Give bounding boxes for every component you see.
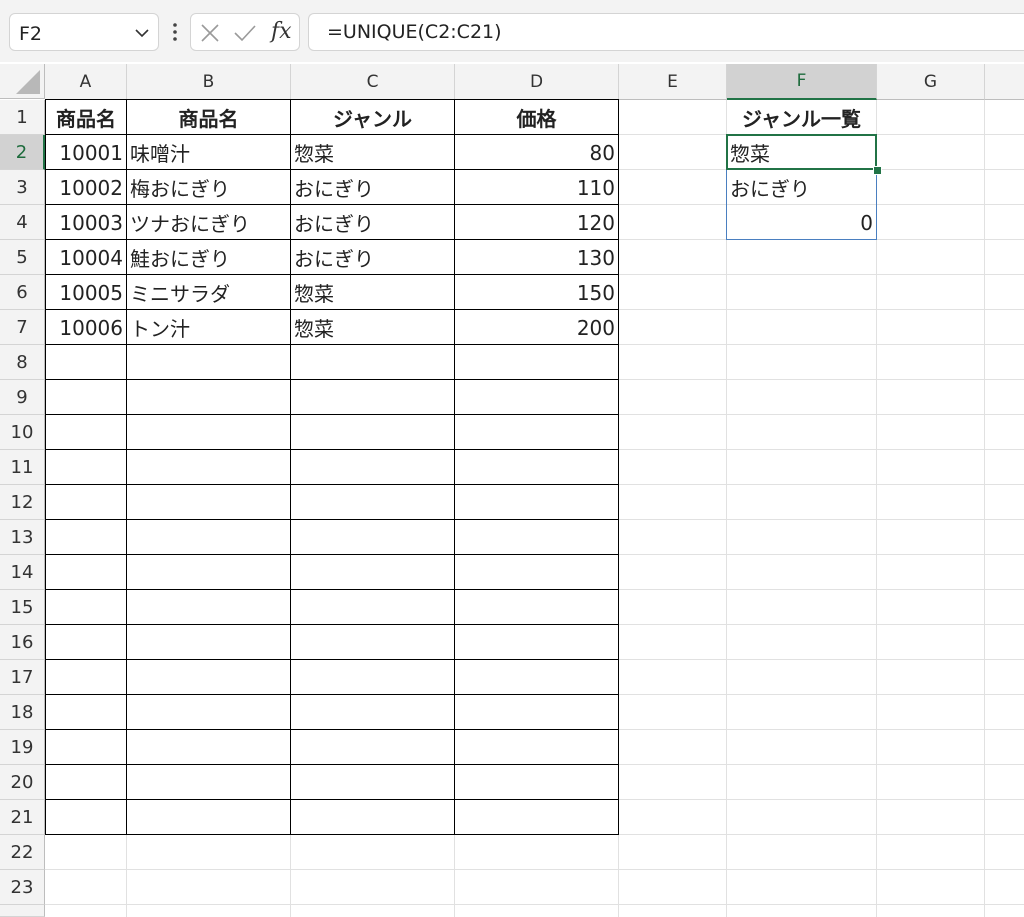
row-header-7[interactable]: 7 [0, 310, 45, 345]
row-header-21[interactable]: 21 [0, 800, 45, 835]
cell-a3[interactable]: 10002 [46, 170, 126, 205]
select-all-corner[interactable] [0, 64, 45, 99]
row-header-20[interactable]: 20 [0, 765, 45, 800]
row-header-1[interactable]: 1 [0, 100, 45, 135]
row-header-2[interactable]: 2 [0, 135, 45, 170]
cell-d7[interactable]: 200 [455, 310, 618, 345]
row-header-5[interactable]: 5 [0, 240, 45, 275]
check-icon[interactable] [233, 23, 257, 43]
row-header-13[interactable]: 13 [0, 520, 45, 555]
insert-function-icon[interactable]: fx [271, 19, 292, 44]
fill-handle[interactable] [873, 166, 882, 175]
cell-b7[interactable]: トン汁 [127, 310, 290, 345]
cell-c5[interactable]: おにぎり [291, 240, 454, 275]
column-header-c[interactable]: C [291, 64, 455, 100]
row-header-4[interactable]: 4 [0, 205, 45, 240]
cell-a6[interactable]: 10005 [46, 275, 126, 310]
column-header-d[interactable]: D [455, 64, 619, 100]
cell-c3[interactable]: おにぎり [291, 170, 454, 205]
row-header-15[interactable]: 15 [0, 590, 45, 625]
cell-d5[interactable]: 130 [455, 240, 618, 275]
formula-text: =UNIQUE(C2:C21) [327, 21, 502, 43]
cell-b1[interactable]: 商品名 [127, 100, 290, 135]
row-header-9[interactable]: 9 [0, 380, 45, 415]
active-cell-border [726, 134, 877, 170]
cell-a1[interactable]: 商品名 [46, 100, 126, 135]
cell-d2[interactable]: 80 [455, 135, 618, 170]
chevron-down-icon[interactable] [134, 25, 150, 41]
row-header-22[interactable]: 22 [0, 835, 45, 870]
row-header-3[interactable]: 3 [0, 170, 45, 205]
cell-a5[interactable]: 10004 [46, 240, 126, 275]
row-header-6[interactable]: 6 [0, 275, 45, 310]
cell-b5[interactable]: 鮭おにぎり [127, 240, 290, 275]
column-header-g[interactable]: G [877, 64, 985, 100]
cell-c7[interactable]: 惣菜 [291, 310, 454, 345]
row-header-18[interactable]: 18 [0, 695, 45, 730]
formula-input[interactable]: =UNIQUE(C2:C21) [308, 13, 1024, 51]
cell-a7[interactable]: 10006 [46, 310, 126, 345]
cell-a4[interactable]: 10003 [46, 205, 126, 240]
cell-c4[interactable]: おにぎり [291, 205, 454, 240]
formula-controls: fx [190, 13, 300, 51]
select-all-icon [16, 70, 40, 94]
cell-f1[interactable]: ジャンル一覧 [727, 100, 876, 135]
row-header-8[interactable]: 8 [0, 345, 45, 380]
formula-bar: F2 fx =UNIQUE(C2:C21) [0, 0, 1024, 62]
cancel-icon[interactable] [200, 23, 220, 43]
row-header-11[interactable]: 11 [0, 450, 45, 485]
row-header-10[interactable]: 10 [0, 415, 45, 450]
cell-d6[interactable]: 150 [455, 275, 618, 310]
cell-b4[interactable]: ツナおにぎり [127, 205, 290, 240]
cell-b6[interactable]: ミニサラダ [127, 275, 290, 310]
row-header-14[interactable]: 14 [0, 555, 45, 590]
row-header-12[interactable]: 12 [0, 485, 45, 520]
row-header-19[interactable]: 19 [0, 730, 45, 765]
more-options-icon[interactable] [168, 22, 182, 42]
row-header-24[interactable] [0, 905, 45, 917]
name-box[interactable]: F2 [9, 13, 159, 51]
row-header-17[interactable]: 17 [0, 660, 45, 695]
column-header-b[interactable]: B [127, 64, 291, 100]
cell-d4[interactable]: 120 [455, 205, 618, 240]
column-header-h[interactable] [985, 64, 1024, 100]
cell-c1[interactable]: ジャンル [291, 100, 454, 135]
cell-b3[interactable]: 梅おにぎり [127, 170, 290, 205]
cell-d1[interactable]: 価格 [455, 100, 618, 135]
column-header-e[interactable]: E [619, 64, 727, 100]
name-box-value: F2 [19, 23, 43, 45]
column-header-a[interactable]: A [45, 64, 127, 100]
cell-a2[interactable]: 10001 [46, 135, 126, 170]
row-header-23[interactable]: 23 [0, 870, 45, 905]
cell-b2[interactable]: 味噌汁 [127, 135, 290, 170]
column-header-f[interactable]: F [727, 64, 877, 100]
cell-c6[interactable]: 惣菜 [291, 275, 454, 310]
row-header-16[interactable]: 16 [0, 625, 45, 660]
cell-d3[interactable]: 110 [455, 170, 618, 205]
cell-c2[interactable]: 惣菜 [291, 135, 454, 170]
